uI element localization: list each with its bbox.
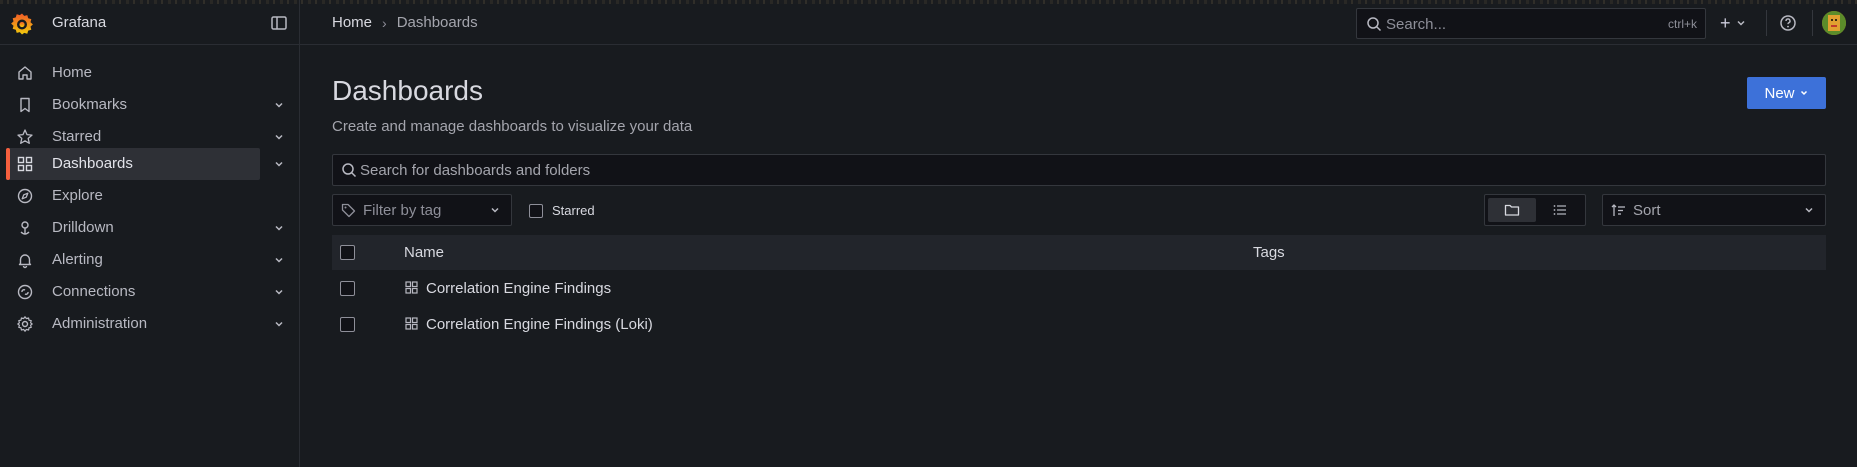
apps-icon [17,156,33,172]
sidebar-item-bookmarks[interactable]: Bookmarks [6,89,260,121]
table-header: Name Tags [332,235,1826,270]
sidebar-item-administration[interactable]: Administration [6,308,260,340]
bookmark-icon [20,97,30,113]
sort-select[interactable]: Sort [1602,194,1826,226]
sidebar-item-connections[interactable]: Connections [6,276,260,308]
sidebar-item-label: Connections [52,283,136,300]
sidebar-item-label: Dashboards [52,155,133,172]
new-button-label: New [1764,84,1795,102]
chevron-down-icon [1736,20,1745,26]
view-mode-toggle [1484,194,1586,226]
user-avatar[interactable] [1822,11,1846,35]
star-icon [17,129,33,144]
sidebar: Home Bookmarks Starred Dashboards Explor… [0,45,300,467]
search-icon [1367,17,1382,32]
topbar-divider [1812,10,1813,36]
add-new-button[interactable]: + [1720,12,1752,34]
sidebar-item-label: Starred [52,128,102,145]
grafana-logo-icon[interactable] [10,12,34,36]
chevron-down-icon[interactable] [272,285,286,299]
sidebar-item-label: Home [52,64,93,81]
link-icon [17,284,33,300]
dashboard-search-placeholder: Search for dashboards and folders [360,162,591,179]
list-icon [1553,205,1566,215]
table-row[interactable]: Correlation Engine Findings [332,271,1826,306]
dock-menu-icon[interactable] [270,14,288,32]
home-icon [18,66,32,80]
breadcrumb: Home › Dashboards [332,14,478,31]
starred-checkbox[interactable] [529,204,543,218]
folder-view-button[interactable] [1488,198,1536,222]
tag-filter-placeholder: Filter by tag [363,202,442,219]
compass-icon [17,188,33,204]
search-shortcut: ctrl+k [1667,17,1697,31]
select-all-checkbox[interactable] [340,245,355,260]
sidebar-item-label: Alerting [52,251,103,268]
row-checkbox[interactable] [340,281,355,296]
chevron-down-icon[interactable] [272,253,286,267]
sidebar-item-label: Drilldown [52,219,114,236]
grafana-app: Grafana Home › Dashboards Search... ctrl… [0,0,1857,467]
page-title: Dashboards [332,75,483,106]
brand-area: Grafana [0,0,300,45]
column-header-tags: Tags [1253,244,1285,261]
breadcrumb-separator: › [382,14,387,31]
plus-icon: + [1720,12,1731,33]
global-search-placeholder: Search... [1386,16,1447,33]
folder-icon [1504,204,1520,216]
chevron-down-icon [491,207,499,213]
breadcrumb-home[interactable]: Home [332,14,372,31]
dashboard-title-link[interactable]: Correlation Engine Findings [426,280,611,297]
dashboard-title-link[interactable]: Correlation Engine Findings (Loki) [426,316,653,333]
starred-label[interactable]: Starred [552,203,595,218]
chevron-down-icon [1805,207,1813,213]
chevron-down-icon[interactable] [272,98,286,112]
sort-amount-icon [1611,204,1625,216]
sort-placeholder: Sort [1633,202,1661,219]
search-icon [342,163,357,178]
chevron-down-icon [1800,90,1807,96]
chevron-down-icon[interactable] [272,130,286,144]
global-search-input[interactable]: Search... ctrl+k [1356,8,1706,39]
avatar-pattern-icon [1822,11,1846,35]
new-button[interactable]: New [1747,77,1826,109]
sidebar-item-label: Administration [52,315,148,332]
sidebar-item-drilldown[interactable]: Drilldown [6,212,260,244]
drilldown-icon [20,221,30,235]
row-checkbox[interactable] [340,317,355,332]
chevron-down-icon[interactable] [272,221,286,235]
sidebar-item-label: Bookmarks [52,96,128,113]
list-view-button[interactable] [1536,198,1584,222]
sidebar-item-explore[interactable]: Explore [6,180,260,212]
tag-filter-select[interactable]: Filter by tag [332,194,512,226]
top-bar: Grafana Home › Dashboards Search... ctrl… [0,0,1857,45]
breadcrumb-current[interactable]: Dashboards [397,14,478,31]
brand-name: Grafana [52,14,107,31]
page-subtitle: Create and manage dashboards to visualiz… [332,118,693,135]
bell-icon [18,254,32,269]
topbar-divider [1766,10,1767,36]
column-header-name[interactable]: Name [404,244,444,261]
apps-icon [405,281,418,294]
dashboard-search-input[interactable]: Search for dashboards and folders [332,154,1826,186]
cog-icon [17,316,33,332]
apps-icon [405,317,418,330]
main-content: Dashboards Create and manage dashboards … [300,45,1857,467]
tag-icon [341,203,356,218]
help-icon[interactable] [1779,14,1797,32]
table-row[interactable]: Correlation Engine Findings (Loki) [332,307,1826,342]
chevron-down-icon[interactable] [272,157,286,171]
sidebar-item-dashboards[interactable]: Dashboards [6,148,260,180]
sidebar-item-alerting[interactable]: Alerting [6,244,260,276]
chevron-down-icon[interactable] [272,317,286,331]
sidebar-item-label: Explore [52,187,103,204]
sidebar-item-home[interactable]: Home [6,57,260,89]
